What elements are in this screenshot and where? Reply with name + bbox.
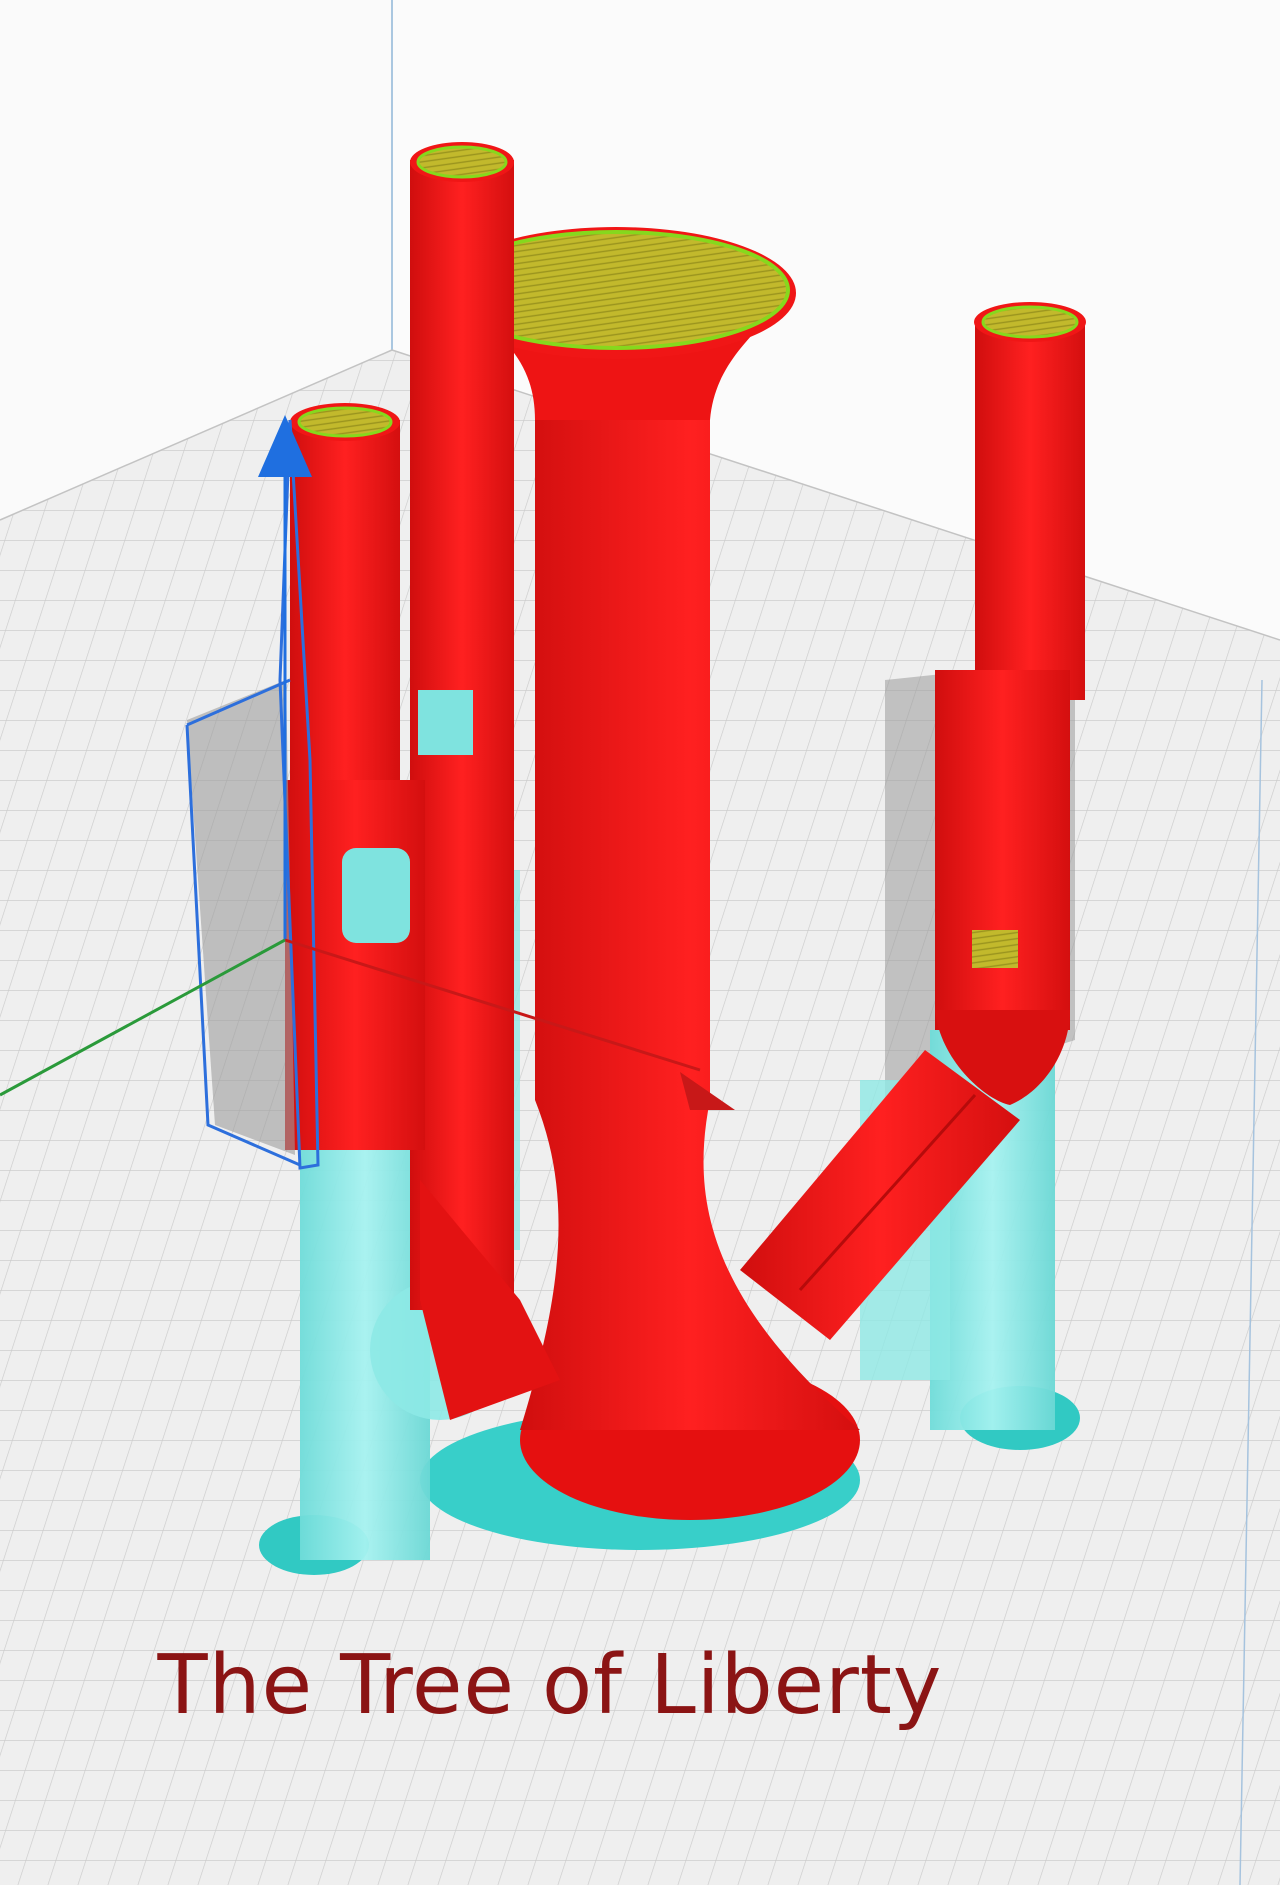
left-back-arm [410, 142, 514, 1310]
build-plate-scene[interactable] [0, 0, 1280, 1885]
viewport-3d[interactable]: The Tree of Liberty [0, 0, 1280, 1885]
caption-title: The Tree of Liberty [157, 1638, 943, 1733]
